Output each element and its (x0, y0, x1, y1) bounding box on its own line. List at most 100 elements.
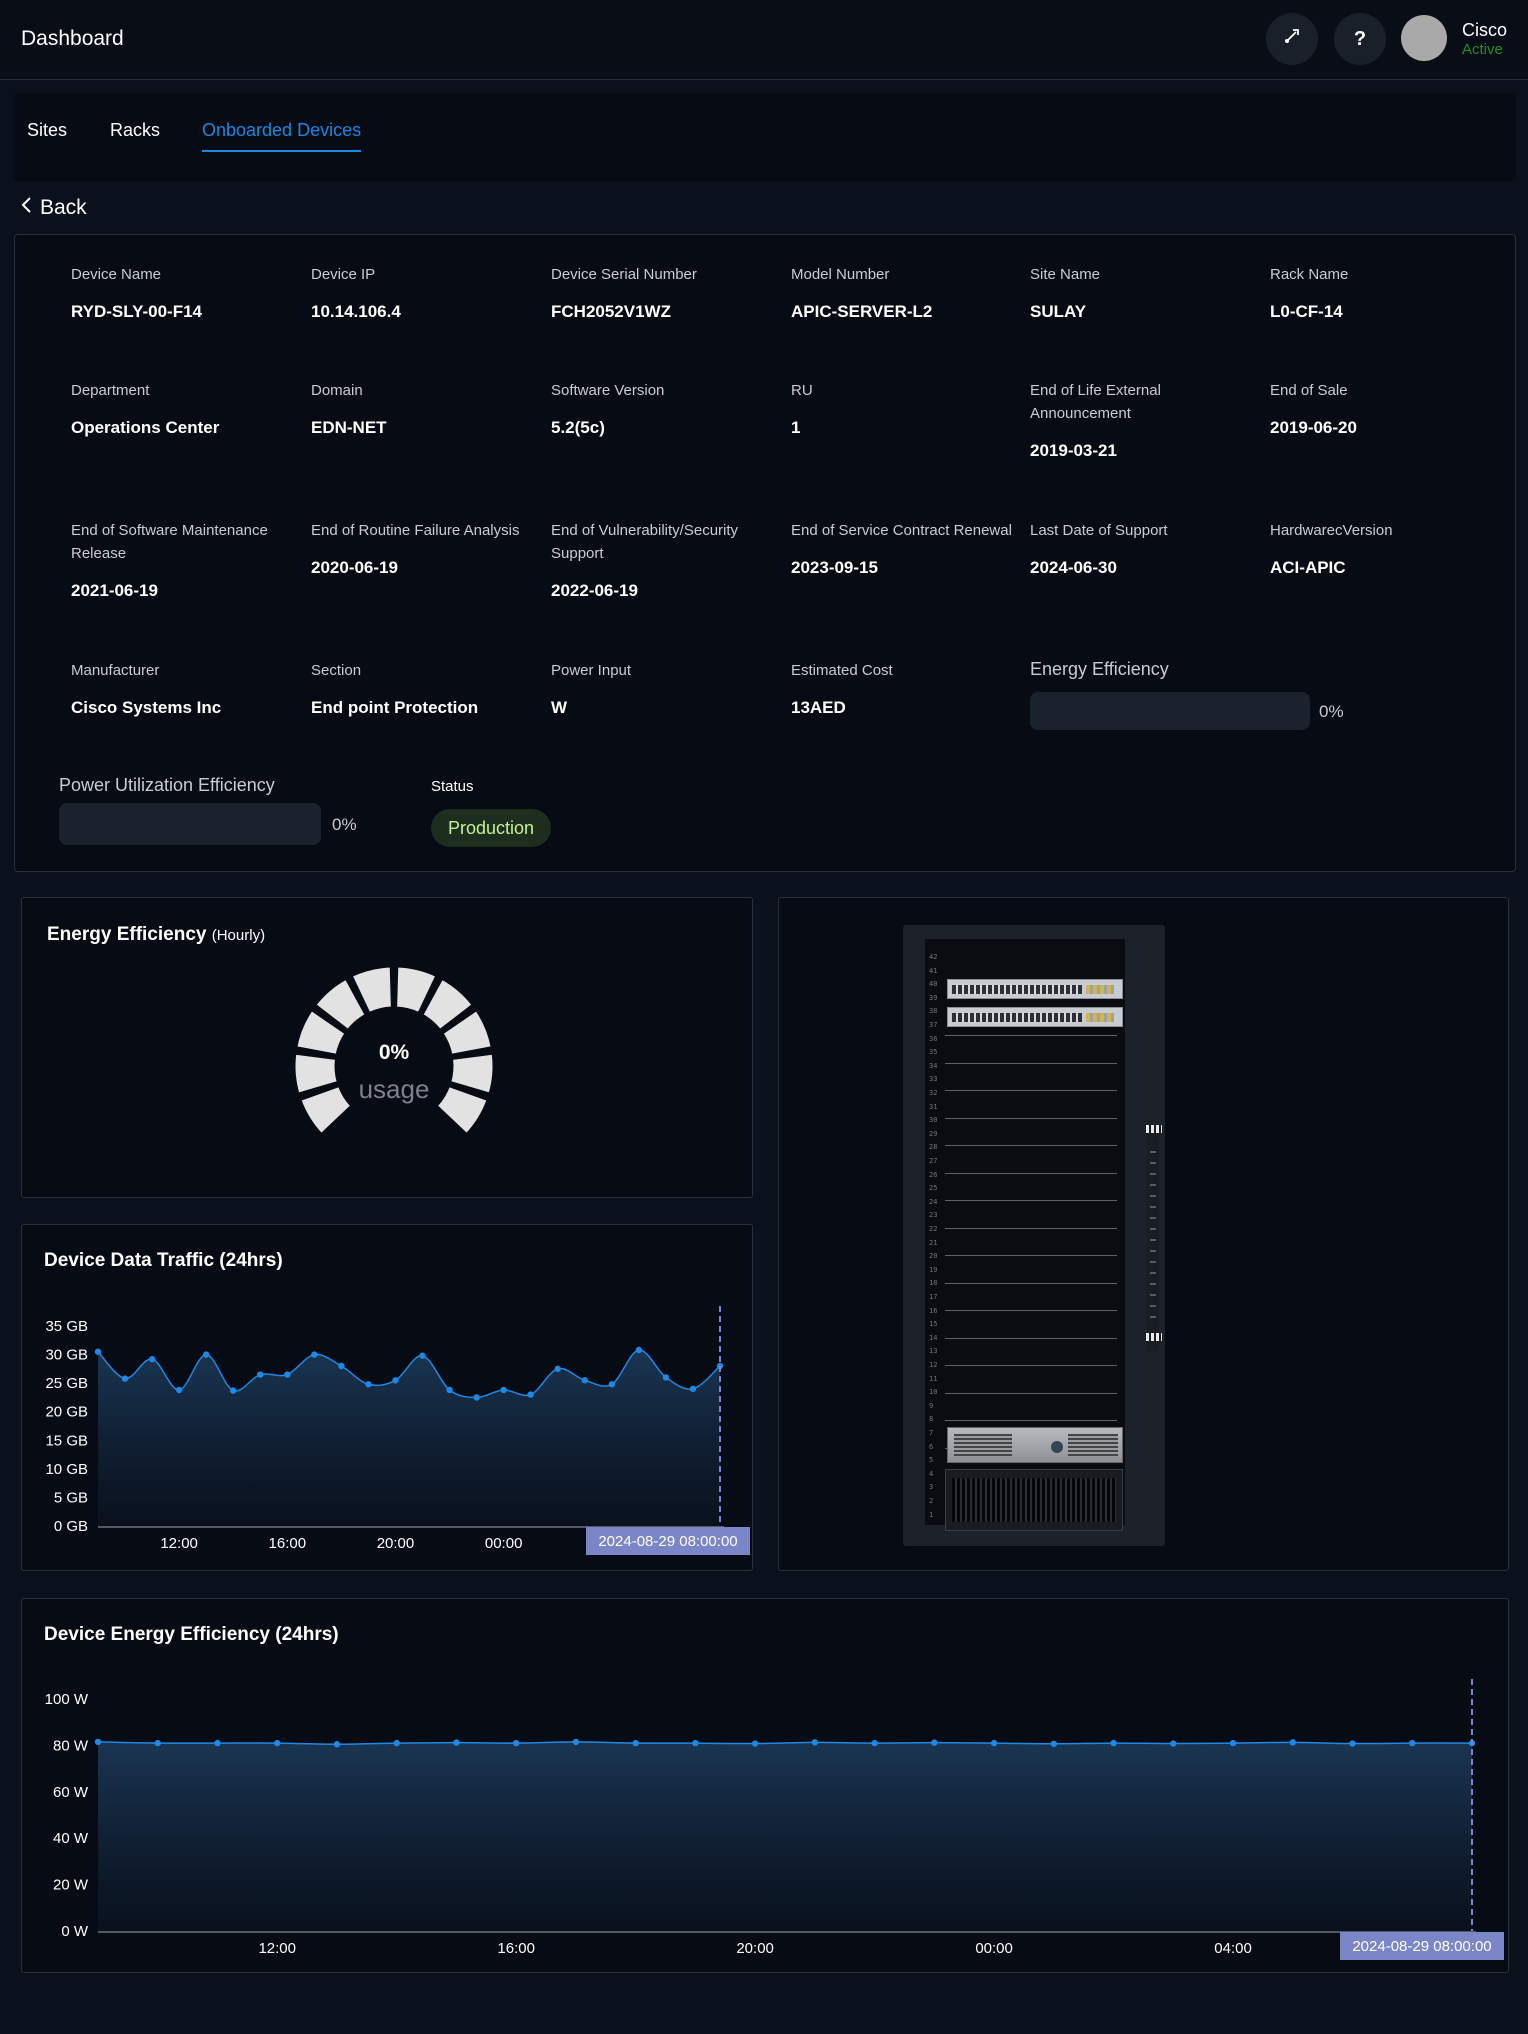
back-label: Back (40, 196, 87, 219)
field-end-of-routine-failure-analysis: End of Routine Failure Analysis 2020-06-1… (311, 519, 541, 578)
pdu-outlet (1150, 1206, 1156, 1208)
x-tick-label: 12:00 (160, 1535, 198, 1552)
rack-unit-number: 24 (929, 1197, 938, 1206)
rack-frame: 1 2 3 4 5 6 7 8 9 10 11 12 13 14 15 16 17 18 19 20 21 22 23 24 2… (925, 939, 1125, 1531)
pdu-outlet (1150, 1217, 1156, 1219)
y-tick-label: 0 W (61, 1923, 89, 1940)
device-energy-panel: Device Energy Efficiency (24hrs) 0 W 20 W… (21, 1598, 1509, 1973)
status-label: Status (431, 778, 474, 795)
field-label: Device Serial Number (551, 266, 697, 283)
field-ru: RU 1 (791, 379, 1021, 438)
rack-switch-top[interactable] (947, 979, 1123, 999)
field-hardwarecversion: HardwarecVersion ACI-APIC (1270, 519, 1500, 578)
field-label: Power Input (551, 662, 632, 679)
rack-unit-number: 5 (929, 1456, 934, 1465)
tab-onboarded-devices[interactable]: Onboarded Devices (202, 120, 362, 152)
data-point (446, 1386, 453, 1394)
back-button[interactable]: Back (20, 196, 87, 220)
rack-unit-number: 35 (929, 1048, 938, 1057)
y-tick-label: 35 GB (45, 1318, 88, 1335)
rack-unit-number: 33 (929, 1075, 938, 1084)
power-utilization-bar (59, 803, 321, 845)
rack-slot-divider (945, 1062, 1117, 1064)
data-point (572, 1738, 580, 1746)
rack-unit-number: 31 (929, 1102, 938, 1111)
rack-slot-divider (945, 1117, 1117, 1119)
data-point (94, 1738, 102, 1746)
data-point (94, 1348, 102, 1355)
data-point (154, 1739, 161, 1747)
status-badge: Production (431, 809, 552, 847)
power-utilization-percent: 0% (332, 815, 357, 834)
data-point (931, 1739, 938, 1746)
field-end-of-software-maintenance-release: End of Software Maintenance Release 2021-… (71, 519, 301, 601)
data-point (392, 1377, 399, 1384)
energy-efficiency-percent: 0% (1319, 702, 1344, 721)
y-tick-label: 40 W (53, 1830, 89, 1847)
data-point (121, 1375, 129, 1382)
rack-unit-number: 40 (929, 980, 938, 989)
user-status: Active (1462, 41, 1503, 58)
data-point (202, 1351, 210, 1358)
rack-unit-number: 26 (929, 1170, 938, 1179)
field-end-of-life-external-announcement: End of Life External Announcement 2019-03… (1030, 379, 1260, 461)
rack-slot-divider (945, 1227, 1117, 1229)
avatar[interactable] (1401, 15, 1447, 61)
rack-unit-number: 7 (929, 1429, 934, 1437)
field-end-of-vulnerability-security-support: End of Vulnerability/Security Support 202… (551, 519, 781, 601)
field-label: End of Service Contract Renewal (791, 522, 1012, 539)
data-point (419, 1352, 426, 1359)
rack-unit-number: 30 (929, 1116, 938, 1125)
y-tick-label: 20 GB (45, 1404, 88, 1421)
gauge-value: 0% (378, 1041, 410, 1064)
rack-switch-second[interactable] (947, 1007, 1123, 1027)
data-point (365, 1381, 372, 1388)
rack-unit-number: 4 (929, 1469, 934, 1478)
rack-slot-divider (945, 1365, 1117, 1366)
rack-unit-number: 11 (929, 1374, 938, 1383)
data-point (473, 1394, 480, 1401)
data-point (274, 1739, 281, 1747)
x-tick-label: 12:00 (258, 1940, 296, 1957)
rack-storage-unit[interactable] (945, 1469, 1123, 1531)
energy-efficiency-label: Energy Efficiency (1030, 659, 1169, 679)
rack-unit-number: 1 (929, 1510, 934, 1519)
rack-unit-number: 12 (929, 1361, 938, 1369)
launch-button[interactable] (1266, 13, 1318, 65)
rack-slot-divider (945, 1255, 1117, 1256)
data-point (635, 1346, 643, 1354)
data-point (1110, 1739, 1117, 1747)
tab-sites[interactable]: Sites (27, 120, 67, 150)
rack-slot-divider (945, 1200, 1117, 1201)
y-tick-label: 25 GB (45, 1375, 88, 1392)
field-device-ip: Device IP 10.14.106.4 (311, 263, 541, 322)
data-point (871, 1739, 878, 1747)
rack-unit-number: 34 (929, 1061, 938, 1070)
energy-efficiency-subtitle: (Hourly) (211, 927, 266, 944)
field-device-serial-number: Device Serial Number FCH2052V1WZ (551, 263, 781, 322)
rack-server[interactable] (947, 1427, 1123, 1463)
field-value: 2019-03-21 (1030, 441, 1117, 460)
rack-unit-number: 3 (929, 1483, 934, 1492)
rack-unit-number: 10 (929, 1388, 938, 1397)
field-value: End point Protection (311, 698, 479, 717)
rack-unit-number: 39 (929, 993, 938, 1002)
rack-slot-divider (945, 1337, 1117, 1339)
rack-slot-divider (945, 1420, 1117, 1421)
x-tick-label: 04:00 (1214, 1940, 1252, 1957)
server-badge (1051, 1441, 1063, 1453)
rack-slot-divider (945, 1035, 1117, 1036)
rack-slot-divider (945, 1392, 1117, 1394)
x-tick-label: 16:00 (269, 1535, 307, 1552)
y-tick-label: 15 GB (45, 1432, 88, 1449)
rack-unit-number: 41 (929, 966, 938, 975)
rack-unit-number: 27 (929, 1157, 938, 1165)
pdu-outlet (1150, 1283, 1156, 1285)
pdu-outlet (1150, 1239, 1156, 1241)
pdu-outlet (1150, 1272, 1156, 1274)
field-software-version: Software Version 5.2(5c) (551, 379, 781, 438)
field-label: End of Vulnerability/Security Support (551, 522, 739, 562)
help-button[interactable]: ? (1334, 13, 1386, 65)
field-power-input: Power Input W (551, 659, 781, 718)
tab-racks[interactable]: Racks (110, 120, 160, 150)
